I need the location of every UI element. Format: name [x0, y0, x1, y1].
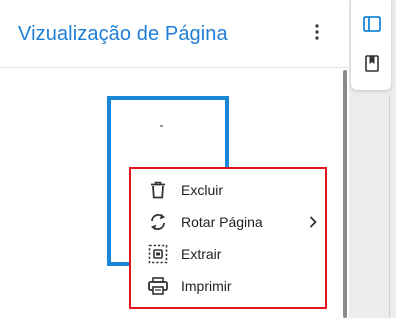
menu-item-print[interactable]: Imprimir — [131, 271, 325, 301]
menu-item-label: Excluir — [181, 182, 224, 198]
chevron-right-icon — [307, 215, 319, 229]
menu-item-delete[interactable]: Excluir — [131, 175, 325, 205]
panel-header: Vizualização de Página — [0, 0, 349, 68]
menu-item-extract[interactable]: Extrair — [131, 239, 325, 269]
page-context-menu: Excluir Rotar Página Extrair Imprimir — [129, 167, 327, 309]
bookmark-icon — [365, 55, 379, 77]
menu-item-label: Rotar Página — [181, 214, 263, 230]
menu-item-rotate-page[interactable]: Rotar Página — [131, 207, 325, 237]
bookmarks-button[interactable] — [361, 55, 383, 77]
trash-icon — [147, 179, 169, 201]
more-options-button[interactable] — [305, 22, 329, 46]
rail-tool-group — [351, 0, 391, 90]
more-vertical-icon — [315, 23, 319, 45]
rail-divider — [389, 96, 390, 318]
scrollbar[interactable] — [343, 70, 347, 318]
panel-title: Vizualização de Página — [18, 23, 228, 45]
page-view-toggle-button[interactable] — [361, 15, 383, 37]
menu-item-label: Extrair — [181, 246, 222, 262]
side-rail — [349, 0, 396, 318]
extract-icon — [147, 243, 169, 265]
menu-item-label: Imprimir — [181, 278, 232, 294]
page-content-mark — [160, 125, 163, 127]
rotate-icon — [147, 211, 169, 233]
printer-icon — [147, 275, 169, 297]
sidebar-panel-icon — [363, 15, 381, 37]
